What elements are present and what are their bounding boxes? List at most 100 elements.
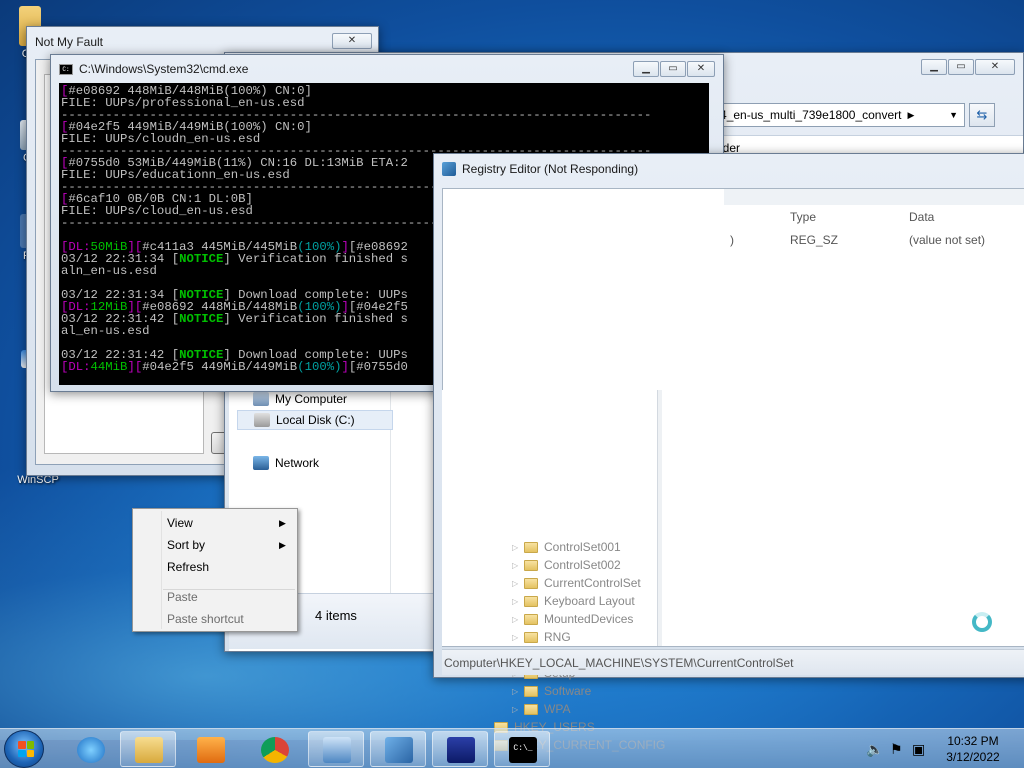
- registry-editor-window[interactable]: Registry Editor (Not Responding) Type Da…: [433, 153, 1024, 752]
- tree-item[interactable]: ▷ WPA: [512, 700, 570, 718]
- registry-path: Computer\HKEY_LOCAL_MACHINE\SYSTEM\Curre…: [444, 655, 794, 670]
- window-title-text: C:\Windows\System32\cmd.exe: [79, 62, 249, 76]
- taskbar-cmd[interactable]: C:\_: [494, 731, 550, 767]
- nav-label: My Computer: [275, 392, 348, 406]
- tree-item-label: Software: [544, 684, 592, 698]
- close-button[interactable]: ✕: [687, 61, 715, 77]
- taskbar-not-my-fault[interactable]: [308, 731, 364, 767]
- menu-item-refresh[interactable]: Refresh: [167, 557, 209, 577]
- tree-item[interactable]: ▷ MountedDevices: [512, 610, 633, 628]
- maximize-button[interactable]: ▭: [948, 59, 974, 75]
- expand-arrow-icon[interactable]: ▷: [512, 543, 524, 552]
- cmd-title-bar: C: C:\Windows\System32\cmd.exe: [51, 55, 723, 83]
- media-player-icon: [197, 737, 225, 763]
- refresh-button[interactable]: ⇆: [969, 103, 995, 127]
- folder-icon: [135, 737, 163, 763]
- address-text: nd64_en-us_multi_739e1800_convert: [700, 108, 902, 122]
- expand-arrow-icon[interactable]: ▷: [512, 597, 524, 606]
- folder-icon: [524, 685, 538, 697]
- folder-icon: [524, 631, 538, 643]
- expand-arrow-icon[interactable]: ▷: [512, 705, 524, 714]
- clock-date: 3/12/2022: [946, 750, 1000, 764]
- menu-item-sort-by[interactable]: Sort by: [167, 535, 205, 555]
- nav-item-network[interactable]: Network: [253, 453, 319, 473]
- tree-item[interactable]: ▷ RNG: [512, 628, 571, 646]
- system-clock[interactable]: 10:32 PM 3/12/2022: [930, 733, 1016, 765]
- taskbar-media-player[interactable]: [182, 731, 238, 767]
- nav-label: Local Disk (C:): [276, 413, 355, 427]
- expand-arrow-icon[interactable]: ▷: [512, 561, 524, 570]
- registry-tree[interactable]: ▷ ControlSet001 ▷ ControlSet002 ▷ CurrentCont…: [442, 390, 665, 752]
- busy-spinner-icon: [972, 612, 992, 632]
- taskbar-screen-app[interactable]: [432, 731, 488, 767]
- close-icon: ✕: [990, 61, 1000, 72]
- taskbar-chrome[interactable]: [246, 731, 302, 767]
- nav-item-my-computer[interactable]: My Computer: [253, 389, 347, 409]
- screen-icon: [447, 737, 475, 763]
- registry-icon: [442, 162, 456, 176]
- menu-item-view[interactable]: View: [167, 513, 193, 533]
- minimize-icon: ▁: [642, 63, 650, 74]
- cmd-icon: C:\_: [509, 737, 537, 763]
- tree-item-label: WPA: [544, 702, 571, 716]
- expand-arrow-icon[interactable]: ▷: [512, 579, 524, 588]
- expand-arrow-icon[interactable]: ▷: [512, 615, 524, 624]
- expand-arrow-icon[interactable]: ▷: [512, 687, 524, 696]
- menu-label: Sort by: [167, 538, 206, 552]
- menu-label: Paste: [167, 590, 198, 604]
- tree-item[interactable]: ▷ Keyboard Layout: [512, 592, 635, 610]
- tree-item-label: ControlSet001: [544, 540, 621, 554]
- menu-item-paste-shortcut[interactable]: Paste shortcut: [167, 609, 244, 629]
- values-pane-header: Type Data ) REG_SZ (value not set): [726, 188, 1024, 247]
- nav-item-local-disk[interactable]: Local Disk (C:): [237, 410, 393, 430]
- taskbar-ie[interactable]: [62, 731, 118, 767]
- internet-explorer-icon: [77, 737, 105, 763]
- submenu-arrow-icon: ▶: [279, 540, 286, 550]
- menu-label: Refresh: [167, 560, 210, 574]
- minimize-button[interactable]: ▁: [633, 61, 659, 77]
- taskbar-explorer[interactable]: [120, 731, 176, 767]
- tree-splitter[interactable]: [658, 390, 662, 646]
- tree-item-label: CurrentControlSet: [544, 576, 641, 590]
- network-icon: [253, 456, 269, 470]
- dropdown-arrow-icon[interactable]: ▼: [949, 110, 958, 120]
- cmd-icon: C:: [59, 63, 73, 75]
- volume-icon[interactable]: 🔈: [866, 741, 883, 758]
- value-name[interactable]: ): [730, 233, 734, 247]
- tree-item-label: Keyboard Layout: [544, 594, 635, 608]
- close-button[interactable]: ✕: [332, 33, 372, 49]
- computer-icon: [253, 392, 269, 406]
- menu-gutter: [161, 511, 162, 629]
- folder-icon: [524, 703, 538, 715]
- menu-item-paste[interactable]: Paste: [167, 587, 198, 607]
- tree-item[interactable]: ▷ Software: [512, 682, 591, 700]
- folder-icon: [524, 577, 538, 589]
- network-icon[interactable]: ▣: [912, 741, 925, 758]
- value-type: REG_SZ: [790, 233, 839, 247]
- tree-item[interactable]: ▷ CurrentControlSet: [512, 574, 641, 592]
- close-button[interactable]: ✕: [975, 59, 1015, 75]
- minimize-icon: ▁: [930, 61, 938, 72]
- item-count: 4 items: [315, 608, 357, 623]
- address-bar[interactable]: nd64_en-us_multi_739e1800_convert ▶ ▼: [695, 103, 965, 127]
- taskbar: C:\_ 🔈 ⚑ ▣ 10:32 PM 3/12/2022: [0, 728, 1024, 768]
- maximize-icon: ▭: [668, 63, 678, 74]
- close-icon: ✕: [696, 63, 706, 74]
- column-header-type[interactable]: Type: [790, 210, 816, 224]
- column-header-data[interactable]: Data: [909, 210, 934, 224]
- tree-item[interactable]: ▷ ControlSet001: [512, 538, 621, 556]
- taskbar-registry-editor[interactable]: [370, 731, 426, 767]
- clock-time: 10:32 PM: [947, 734, 999, 748]
- start-button[interactable]: [4, 730, 44, 768]
- maximize-button[interactable]: ▭: [660, 61, 686, 77]
- refresh-icon: ⇆: [976, 107, 988, 122]
- tree-item[interactable]: ▷ ControlSet002: [512, 556, 621, 574]
- minimize-button[interactable]: ▁: [921, 59, 947, 75]
- folder-icon: [524, 613, 538, 625]
- action-center-flag-icon[interactable]: ⚑: [890, 741, 903, 758]
- tree-item-label: RNG: [544, 630, 571, 644]
- expand-arrow-icon[interactable]: ▷: [512, 633, 524, 642]
- chrome-icon: [261, 737, 289, 763]
- breadcrumb-arrow-icon[interactable]: ▶: [908, 110, 915, 121]
- desktop-context-menu[interactable]: View ▶ Sort by ▶ Refresh Paste Paste sho…: [132, 508, 298, 632]
